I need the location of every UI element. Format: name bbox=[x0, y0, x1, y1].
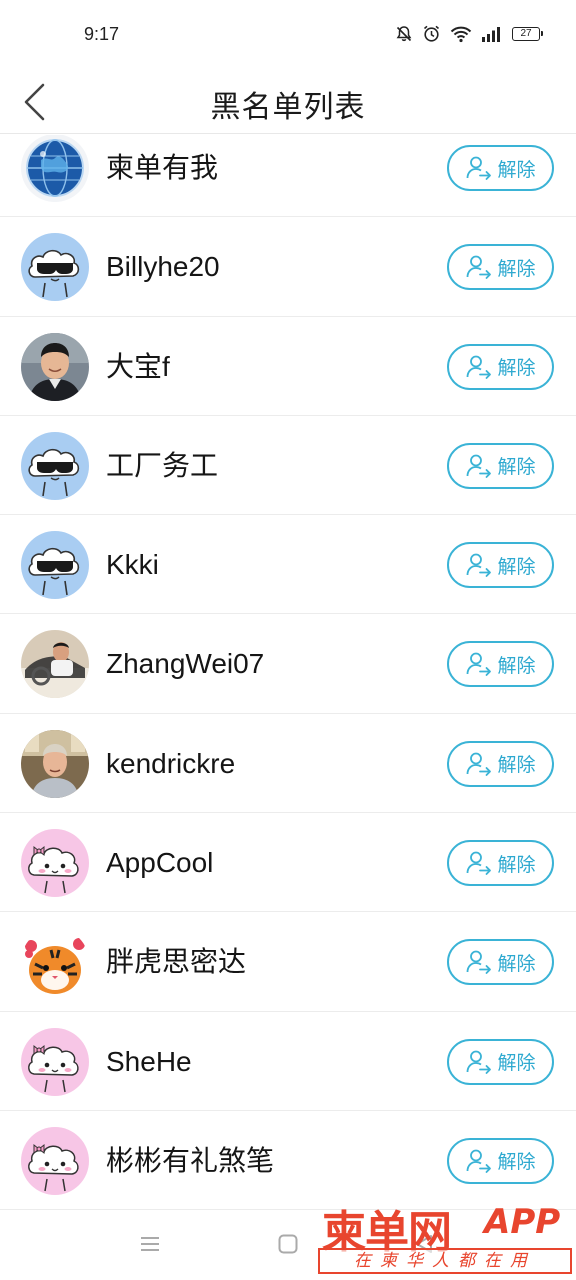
signal-icon bbox=[482, 26, 500, 42]
blacklist-row[interactable]: 胖虎思密达 解除 bbox=[0, 912, 576, 1012]
avatar[interactable] bbox=[21, 630, 89, 699]
status-icons: 27 bbox=[395, 24, 543, 43]
back-nav-button[interactable] bbox=[412, 1232, 436, 1261]
username: AppCool bbox=[106, 847, 214, 879]
status-bar: 9:17 27 bbox=[0, 0, 576, 70]
unblock-label: 解除 bbox=[497, 854, 536, 876]
avatar[interactable] bbox=[21, 135, 89, 202]
unblock-button[interactable]: 解除 bbox=[447, 840, 554, 887]
username: Billyhe20 bbox=[106, 251, 220, 283]
wifi-icon bbox=[450, 26, 472, 42]
avatar[interactable] bbox=[21, 1027, 89, 1096]
user-remove-icon bbox=[467, 454, 492, 478]
home-button[interactable] bbox=[276, 1232, 300, 1261]
unblock-label: 解除 bbox=[497, 457, 536, 479]
avatar[interactable] bbox=[21, 431, 89, 500]
status-time: 9:17 bbox=[84, 24, 120, 44]
system-nav-bar bbox=[0, 1210, 576, 1280]
username: 大宝f bbox=[106, 350, 170, 382]
avatar[interactable] bbox=[21, 928, 89, 997]
mute-bell-icon bbox=[396, 25, 412, 41]
alarm-icon bbox=[423, 25, 440, 42]
battery-icon: 27 bbox=[512, 26, 543, 41]
blacklist-row[interactable]: 彬彬有礼煞笔 解除 bbox=[0, 1110, 576, 1210]
blacklist-row[interactable]: Billyhe20 解除 bbox=[0, 217, 576, 317]
username: 柬单有我 bbox=[106, 152, 219, 183]
unblock-label: 解除 bbox=[497, 1152, 536, 1174]
user-remove-icon bbox=[467, 752, 492, 776]
home-square-icon bbox=[278, 1234, 298, 1254]
user-remove-icon bbox=[467, 156, 492, 180]
blacklist-row[interactable]: SheHe 解除 bbox=[0, 1011, 576, 1111]
user-remove-icon bbox=[467, 950, 492, 975]
username: 彬彬有礼煞笔 bbox=[106, 1144, 275, 1176]
unblock-label: 解除 bbox=[497, 258, 536, 280]
unblock-button[interactable]: 解除 bbox=[447, 244, 554, 291]
blacklist-row[interactable]: 大宝f 解除 bbox=[0, 316, 576, 416]
unblock-button[interactable]: 解除 bbox=[447, 641, 554, 688]
blacklist-row[interactable]: kendrickre 解除 bbox=[0, 713, 576, 814]
user-remove-icon bbox=[467, 1050, 492, 1074]
unblock-label: 解除 bbox=[497, 159, 536, 181]
username: kendrickre bbox=[106, 747, 236, 779]
user-remove-icon bbox=[467, 851, 492, 875]
unblock-label: 解除 bbox=[497, 953, 536, 975]
unblock-label: 解除 bbox=[497, 556, 536, 578]
unblock-button[interactable]: 解除 bbox=[447, 1038, 554, 1085]
user-remove-icon bbox=[467, 653, 492, 677]
unblock-button[interactable]: 解除 bbox=[447, 939, 554, 986]
user-remove-icon bbox=[467, 553, 492, 578]
user-remove-icon bbox=[467, 255, 492, 280]
user-remove-icon bbox=[467, 1149, 492, 1173]
user-remove-icon bbox=[467, 355, 492, 379]
unblock-button[interactable]: 解除 bbox=[447, 740, 554, 787]
back-triangle-icon bbox=[416, 1235, 432, 1253]
blacklist-row[interactable]: Kkki 解除 bbox=[0, 515, 576, 615]
header: 黑名单列表 bbox=[0, 70, 576, 134]
avatar[interactable] bbox=[21, 233, 89, 302]
page-title: 黑名单列表 bbox=[210, 91, 366, 124]
blacklist-row[interactable]: AppCool 解除 bbox=[0, 813, 576, 913]
unblock-label: 解除 bbox=[497, 755, 536, 777]
unblock-button[interactable]: 解除 bbox=[447, 442, 554, 489]
username: Kkki bbox=[106, 549, 159, 581]
unblock-label: 解除 bbox=[497, 655, 536, 677]
avatar[interactable] bbox=[21, 829, 89, 898]
avatar[interactable] bbox=[21, 1126, 89, 1195]
unblock-button[interactable]: 解除 bbox=[447, 343, 554, 390]
username: 工厂务工 bbox=[106, 449, 219, 481]
username: 胖虎思密达 bbox=[106, 946, 247, 978]
unblock-label: 解除 bbox=[497, 1053, 536, 1075]
avatar[interactable] bbox=[21, 729, 89, 798]
unblock-button[interactable]: 解除 bbox=[447, 542, 554, 589]
menu-icon bbox=[141, 1237, 159, 1251]
unblock-label: 解除 bbox=[497, 358, 536, 380]
blacklist-row[interactable]: ZhangWei07 解除 bbox=[0, 614, 576, 714]
blacklist-row[interactable]: 柬单有我 解除 bbox=[0, 135, 576, 218]
unblock-button[interactable]: 解除 bbox=[447, 1137, 554, 1184]
menu-button[interactable] bbox=[138, 1232, 162, 1261]
username: ZhangWei07 bbox=[106, 648, 265, 680]
avatar[interactable] bbox=[21, 531, 89, 600]
blacklist-list[interactable]: 柬单有我 解除 Billyhe20 解除 大宝f 解除 工厂务工 解除 Kkki… bbox=[0, 135, 576, 1210]
unblock-button[interactable]: 解除 bbox=[447, 145, 554, 191]
username: SheHe bbox=[106, 1045, 192, 1077]
blacklist-row[interactable]: 工厂务工 解除 bbox=[0, 415, 576, 516]
avatar[interactable] bbox=[21, 332, 89, 401]
